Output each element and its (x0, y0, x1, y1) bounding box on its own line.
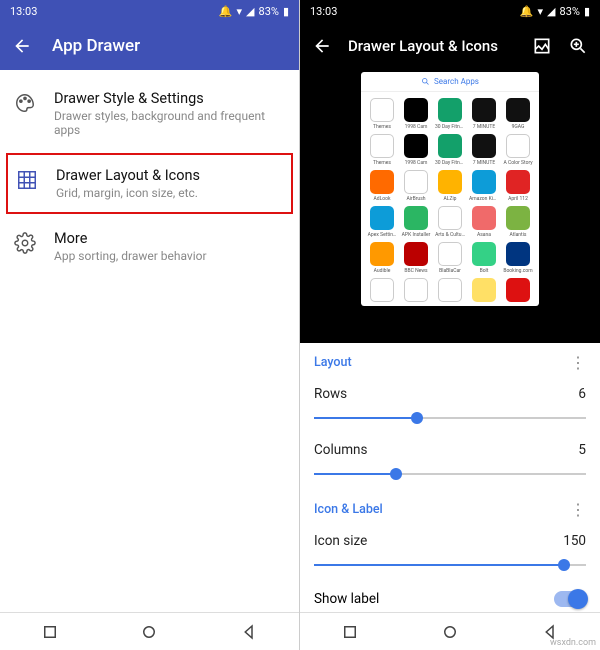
preview-app (367, 278, 397, 304)
show-label-text: Show label (314, 591, 379, 607)
item-drawer-layout[interactable]: Drawer Layout & Icons Grid, margin, icon… (6, 153, 293, 214)
watermark: wsxdn.com (550, 638, 596, 648)
rows-slider-row: Rows 6 (300, 378, 600, 434)
preview-app: APK Installer (401, 206, 431, 238)
preview-app: Atlantis (503, 206, 533, 238)
nav-bar (0, 612, 299, 650)
preview-app: A Color Story (503, 134, 533, 166)
iconsize-label: Icon size (314, 533, 367, 549)
gear-icon (14, 232, 36, 254)
preview-app: Themes (367, 134, 397, 166)
battery-icon: ▮ (283, 5, 289, 18)
preview-app: BBC News (401, 242, 431, 274)
preview-app (435, 278, 465, 304)
iconsize-slider[interactable] (314, 553, 586, 577)
preview-app: AdLook (367, 170, 397, 202)
battery-text: 83% (259, 5, 279, 18)
preview-app: ALZip (435, 170, 465, 202)
preview-app: 30 Day Fitne… (435, 98, 465, 130)
app-bar: App Drawer (0, 22, 299, 70)
preview-app: BlaBlaCar (435, 242, 465, 274)
preview-app: 9GAG (503, 98, 533, 130)
iconsize-slider-row: Icon size 150 (300, 525, 600, 581)
wifi-icon: ▾ (237, 5, 243, 18)
preview-app (503, 278, 533, 304)
battery-icon: ▮ (584, 5, 590, 18)
phone-left: 13:03 🔔 ▾ ◢ 83% ▮ App Drawer Drawer Styl… (0, 0, 300, 650)
nav-back-icon[interactable] (240, 623, 258, 641)
item-title: Drawer Style & Settings (54, 90, 285, 107)
wallpaper-icon[interactable] (532, 36, 552, 56)
preview-app: April 112 (503, 170, 533, 202)
overflow-icon[interactable]: ⋮ (570, 500, 586, 519)
rows-value: 6 (578, 386, 586, 402)
show-label-row: Show label (300, 581, 600, 612)
back-icon[interactable] (312, 36, 332, 56)
wifi-icon: ▾ (538, 5, 544, 18)
preview-app: AirBrush (401, 170, 431, 202)
columns-label: Columns (314, 442, 367, 458)
notification-icon: 🔔 (520, 5, 534, 18)
page-title: Drawer Layout & Icons (348, 37, 516, 55)
status-bar: 13:03 🔔 ▾ ◢ 83% ▮ (0, 0, 299, 22)
preview-app: Audible (367, 242, 397, 274)
section-icon-label: Icon & Label (314, 502, 383, 517)
clock: 13:03 (10, 5, 37, 18)
signal-icon: ◢ (547, 5, 555, 18)
signal-icon: ◢ (246, 5, 254, 18)
preview-app: 1998 Cam (401, 98, 431, 130)
preview-app: Booking.com (503, 242, 533, 274)
back-icon[interactable] (12, 36, 32, 56)
preview-app: Apex Settin… (367, 206, 397, 238)
notification-icon: 🔔 (219, 5, 233, 18)
clock: 13:03 (310, 5, 337, 18)
columns-value: 5 (578, 442, 586, 458)
settings-list: Drawer Style & Settings Drawer styles, b… (0, 70, 299, 612)
item-drawer-style[interactable]: Drawer Style & Settings Drawer styles, b… (0, 76, 299, 151)
palette-icon (14, 92, 36, 114)
show-label-toggle[interactable] (554, 591, 586, 607)
item-more[interactable]: More App sorting, drawer behavior (0, 216, 299, 277)
grid-icon (16, 169, 38, 191)
iconsize-value: 150 (563, 533, 586, 549)
preview-app: 7 MINUTE (469, 98, 499, 130)
overflow-icon[interactable]: ⋮ (570, 353, 586, 372)
preview-app: 30 Day Fitne… (435, 134, 465, 166)
item-subtitle: Grid, margin, icon size, etc. (56, 186, 200, 200)
preview-search: Search Apps (361, 72, 539, 92)
preview-app: Arts & Cultu… (435, 206, 465, 238)
preview-app: 7 MINUTE (469, 134, 499, 166)
preview-app: Amazon Kin… (469, 170, 499, 202)
rows-label: Rows (314, 386, 347, 402)
zoom-icon[interactable] (568, 36, 588, 56)
app-bar: Drawer Layout & Icons (300, 22, 600, 70)
nav-home-icon[interactable] (140, 623, 158, 641)
phone-right: 13:03 🔔 ▾ ◢ 83% ▮ Drawer Layout & Icons (300, 0, 600, 650)
nav-home-icon[interactable] (441, 623, 459, 641)
item-title: More (54, 230, 207, 247)
page-title: App Drawer (52, 36, 140, 56)
preview-app: 1998 Cam (401, 134, 431, 166)
nav-recent-icon[interactable] (41, 623, 59, 641)
columns-slider-row: Columns 5 (300, 434, 600, 490)
preview-app (469, 278, 499, 304)
preview-app (401, 278, 431, 304)
status-bar: 13:03 🔔 ▾ ◢ 83% ▮ (300, 0, 600, 22)
nav-recent-icon[interactable] (341, 623, 359, 641)
rows-slider[interactable] (314, 406, 586, 430)
preview-app: Asana (469, 206, 499, 238)
preview-app: Bolt (469, 242, 499, 274)
section-layout: Layout (314, 355, 352, 370)
drawer-preview: Search Apps Themes1998 Cam30 Day Fitne…7… (300, 70, 600, 343)
preview-app: Themes (367, 98, 397, 130)
battery-text: 83% (560, 5, 580, 18)
item-subtitle: App sorting, drawer behavior (54, 249, 207, 263)
settings-panel: Layout ⋮ Rows 6 Columns 5 (300, 343, 600, 612)
item-title: Drawer Layout & Icons (56, 167, 200, 184)
item-subtitle: Drawer styles, background and frequent a… (54, 109, 285, 137)
columns-slider[interactable] (314, 462, 586, 486)
